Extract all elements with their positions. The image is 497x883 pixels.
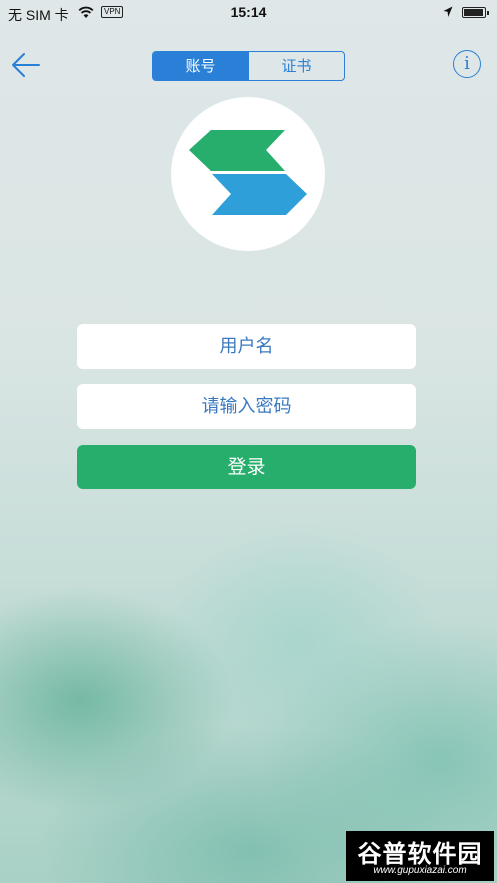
login-type-tabs: 账号 证书 [152, 51, 345, 81]
login-button[interactable]: 登录 [77, 445, 416, 489]
watermark-name: 谷普软件园 [357, 840, 483, 868]
watermark-url: www.gupuxiazai.com [373, 865, 467, 876]
password-input[interactable] [77, 384, 416, 429]
info-button[interactable]: i [453, 50, 481, 78]
tab-certificate[interactable]: 证书 [248, 52, 344, 80]
tab-account[interactable]: 账号 [153, 52, 248, 80]
back-arrow-icon [12, 53, 40, 77]
back-button[interactable] [10, 50, 42, 80]
info-icon: i [464, 53, 470, 74]
logo-icon [189, 130, 307, 215]
status-time: 15:14 [230, 4, 267, 20]
location-arrow-icon [443, 6, 453, 17]
status-bar: 无 SIM 卡 VPN 15:14 [0, 0, 497, 26]
battery-icon [462, 7, 489, 18]
username-input[interactable] [77, 324, 416, 369]
app-logo [171, 97, 325, 251]
watermark: 谷普软件园 www.gupuxiazai.com [346, 831, 494, 881]
